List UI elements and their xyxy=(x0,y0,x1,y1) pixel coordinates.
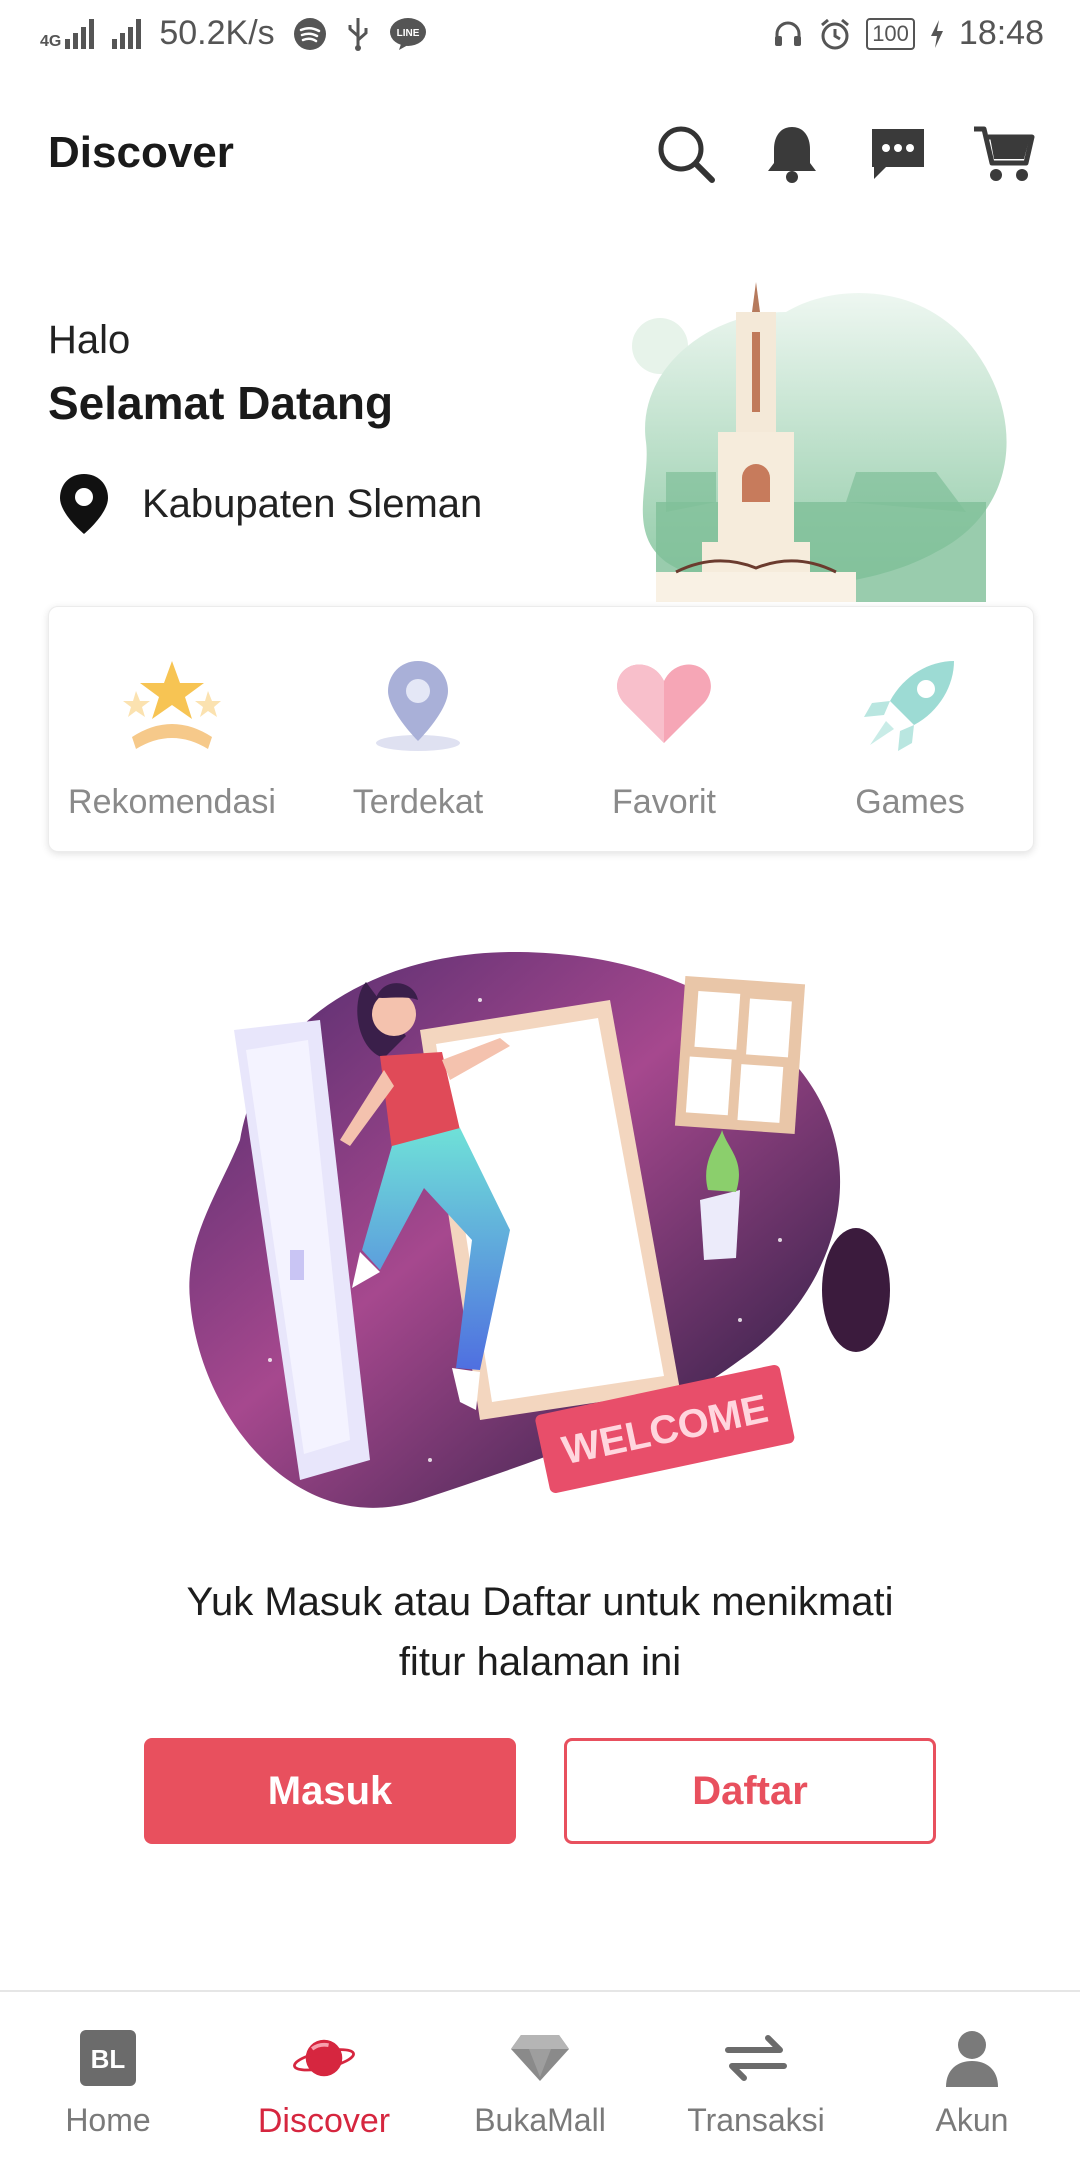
header-actions xyxy=(650,118,1040,190)
signal-4g-icon: 4G xyxy=(40,18,95,49)
svg-text:BL: BL xyxy=(91,2044,126,2074)
rocket-icon xyxy=(864,661,954,751)
bottom-navigation: BL Home Discover BukaMall Transaksi Akun xyxy=(0,1990,1080,2162)
chat-icon[interactable] xyxy=(862,118,934,190)
heart-icon xyxy=(617,664,711,743)
nav-home[interactable]: BL Home xyxy=(0,1992,216,2162)
headset-icon xyxy=(775,21,802,46)
bl-logo-icon: BL xyxy=(76,2026,140,2090)
status-right: 100 18:48 xyxy=(772,14,1044,53)
category-favorit[interactable]: Favorit xyxy=(541,607,787,851)
bell-icon[interactable] xyxy=(756,118,828,190)
page-title: Discover xyxy=(48,128,234,177)
diamond-icon xyxy=(508,2026,572,2090)
planet-icon xyxy=(292,2026,356,2090)
network-speed: 50.2K/s xyxy=(159,14,275,52)
login-button[interactable]: Masuk xyxy=(144,1738,516,1844)
location-pin-icon xyxy=(376,661,460,751)
search-icon[interactable] xyxy=(650,118,722,190)
spotify-icon xyxy=(293,17,326,50)
line-icon: LINE xyxy=(389,17,426,50)
location-label: Kabupaten Sleman xyxy=(142,481,483,526)
nav-discover[interactable]: Discover xyxy=(216,1992,432,2162)
category-rekomendasi[interactable]: Rekomendasi xyxy=(49,607,295,851)
category-card: Rekomendasi Terdekat Favorit Games xyxy=(48,606,1034,852)
status-left: 4G 50.2K/s LINE xyxy=(40,14,427,53)
cart-icon[interactable] xyxy=(968,118,1040,190)
category-terdekat[interactable]: Terdekat xyxy=(295,607,541,851)
battery-indicator: 100 xyxy=(866,17,915,50)
user-icon xyxy=(940,2026,1004,2090)
usb-icon xyxy=(348,17,368,51)
nav-akun[interactable]: Akun xyxy=(864,1992,1080,2162)
location-selector[interactable]: Kabupaten Sleman xyxy=(56,472,482,536)
status-bar: 4G 50.2K/s LINE 100 18:48 xyxy=(0,0,1080,72)
category-games[interactable]: Games xyxy=(787,607,1033,851)
register-button[interactable]: Daftar xyxy=(564,1738,936,1844)
nav-transaksi[interactable]: Transaksi xyxy=(648,1992,864,2162)
swap-arrows-icon xyxy=(724,2026,788,2090)
signal-icon xyxy=(112,18,142,49)
star-award-icon xyxy=(123,661,221,749)
alarm-icon xyxy=(821,18,850,49)
clock: 18:48 xyxy=(958,14,1044,52)
nav-bukamall[interactable]: BukaMall xyxy=(432,1992,648,2162)
greeting-text: Halo xyxy=(48,318,131,362)
login-prompt: Yuk Masuk atau Daftar untuk menikmati fi… xyxy=(186,1580,894,1684)
svg-text:LINE: LINE xyxy=(396,28,419,39)
welcome-illustration: WELCOME xyxy=(189,951,890,1508)
location-pin-icon xyxy=(60,474,108,534)
tugu-monument-illustration xyxy=(632,282,1007,602)
charging-icon xyxy=(930,19,943,48)
welcome-heading: Selamat Datang xyxy=(48,377,394,429)
